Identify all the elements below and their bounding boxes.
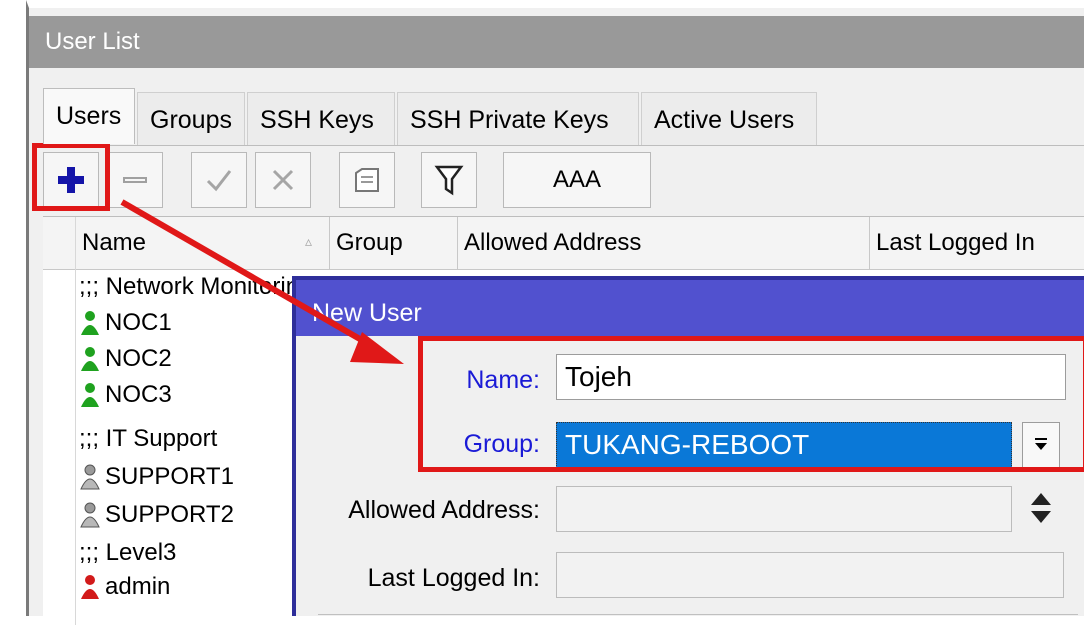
annotation-arrow <box>120 199 404 364</box>
tab-users[interactable]: Users <box>43 88 135 144</box>
